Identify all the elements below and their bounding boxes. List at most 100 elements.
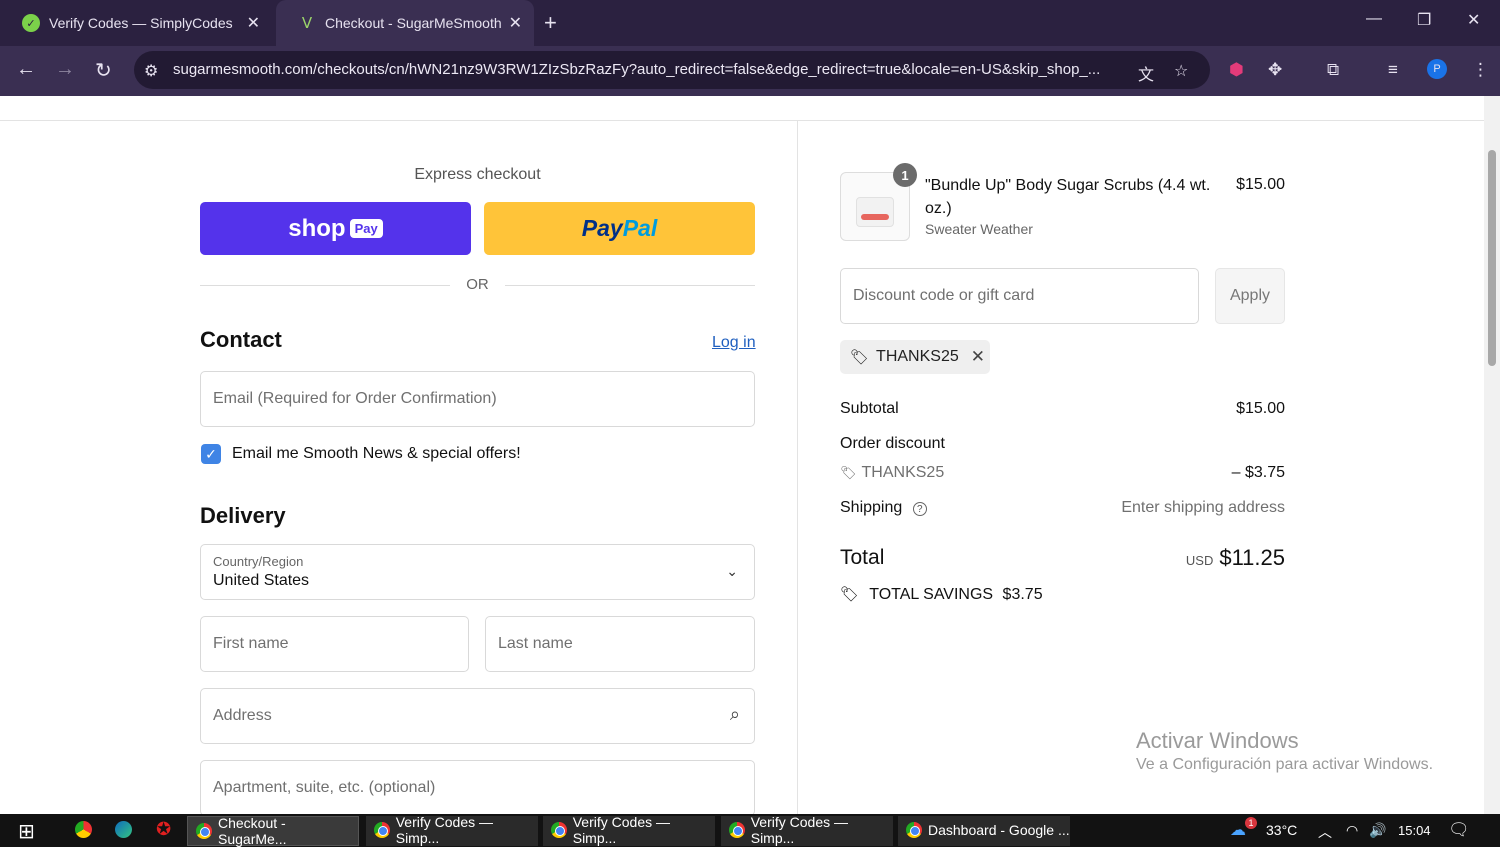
first-name-placeholder: First name: [213, 635, 289, 652]
tab-search-icon[interactable]: ⧉: [1327, 60, 1339, 80]
extensions-puzzle-icon[interactable]: ✥: [1268, 60, 1282, 80]
shipping-value: Enter shipping address: [1121, 499, 1285, 516]
edge-pinned-icon[interactable]: [115, 821, 132, 838]
email-field[interactable]: Email (Required for Order Confirmation): [200, 371, 755, 427]
reading-list-icon[interactable]: ≡: [1388, 60, 1398, 80]
close-tab-icon[interactable]: ✕: [247, 13, 260, 33]
weather-icon[interactable]: ☁: [1230, 820, 1246, 840]
tab-verify-codes[interactable]: ✓ Verify Codes — SimplyCodes ✕: [0, 0, 272, 46]
bookmark-star-icon[interactable]: ☆: [1174, 61, 1188, 81]
chrome-pinned-icon[interactable]: [75, 821, 92, 838]
apply-discount-button[interactable]: Apply: [1215, 268, 1285, 324]
reload-icon[interactable]: ↻: [95, 58, 112, 83]
email-placeholder: Email (Required for Order Confirmation): [213, 390, 497, 407]
product-jar-image: [856, 197, 894, 227]
taskbar-app-verify-1[interactable]: Verify Codes — Simp...: [366, 814, 538, 846]
search-icon: ⌕: [729, 704, 740, 724]
product-price: $15.00: [1236, 176, 1285, 193]
newsletter-label: Email me Smooth News & special offers!: [232, 445, 521, 462]
tray-chevron-up-icon[interactable]: ︿: [1318, 822, 1332, 842]
savings-value: $3.75: [1002, 586, 1043, 603]
close-tab-icon[interactable]: ✕: [509, 13, 522, 33]
back-icon[interactable]: ←: [16, 58, 36, 81]
address-bar[interactable]: ⚙ sugarmesmooth.com/checkouts/cn/hWN21nz…: [134, 51, 1210, 89]
browser-toolbar: ← → ↻ ⚙ sugarmesmooth.com/checkouts/cn/h…: [0, 46, 1500, 96]
checkout-page: Express checkout shop Pay Pay Pal OR Cont…: [0, 96, 1484, 814]
weather-alert-badge: 1: [1245, 817, 1257, 829]
taskbar-app-dashboard[interactable]: Dashboard - Google ...: [898, 816, 1070, 846]
ublock-extension-icon[interactable]: ⬢: [1229, 60, 1244, 80]
shop-pay-badge: Pay: [349, 219, 383, 238]
or-divider-left: [200, 285, 450, 286]
total-savings: 🏷 TOTAL SAVINGS $3.75: [840, 585, 1043, 604]
windows-activation-subtitle: Ve a Configuración para activar Windows.: [1136, 756, 1434, 773]
chrome-icon: [906, 822, 922, 838]
taskbar-app-verify-3[interactable]: Verify Codes — Simp...: [721, 814, 893, 846]
chrome-icon: [729, 822, 745, 838]
paypal-button[interactable]: Pay Pal: [484, 202, 755, 255]
applied-code: THANKS25: [876, 348, 959, 365]
url-text[interactable]: sugarmesmooth.com/checkouts/cn/hWN21nz9W…: [173, 61, 1133, 78]
tab-title: Verify Codes — SimplyCodes: [49, 15, 233, 31]
sugarmesmooth-favicon-icon: ⴸ: [301, 15, 313, 32]
contact-heading: Contact: [200, 327, 282, 352]
discount-placeholder: Discount code or gift card: [853, 287, 1035, 304]
start-grid-icon[interactable]: ⊞: [18, 819, 35, 844]
restore-icon[interactable]: ❐: [1417, 10, 1431, 30]
column-divider: [797, 121, 798, 814]
temperature-text[interactable]: 33°C: [1266, 822, 1297, 838]
paypal-text-1: Pay: [581, 215, 623, 241]
shop-pay-button[interactable]: shop Pay: [200, 202, 471, 255]
scrollbar-thumb[interactable]: [1488, 150, 1496, 366]
taskbar-app-checkout[interactable]: Checkout - SugarMe...: [187, 815, 359, 847]
order-discount-label: Order discount: [840, 435, 945, 452]
close-window-icon[interactable]: ✕: [1467, 10, 1480, 30]
discount-code-input[interactable]: Discount code or gift card: [840, 268, 1199, 324]
windows-taskbar: ⊞ ✪ Checkout - SugarMe... Verify Codes —…: [0, 814, 1500, 847]
address-field[interactable]: Address ⌕: [200, 688, 755, 744]
or-label: OR: [466, 276, 489, 293]
total-currency: USD: [1185, 553, 1214, 568]
help-question-icon[interactable]: ?: [912, 502, 927, 516]
app-pinned-icon[interactable]: ✪: [156, 819, 171, 840]
apartment-field[interactable]: Apartment, suite, etc. (optional): [200, 760, 755, 814]
page-scrollbar[interactable]: [1484, 96, 1500, 814]
menu-kebab-icon[interactable]: ⋮: [1472, 60, 1489, 80]
windows-activation-title: Activar Windows: [1136, 728, 1299, 753]
taskbar-app-title: Checkout - SugarMe...: [218, 815, 287, 847]
newsletter-checkbox[interactable]: ✓: [201, 444, 221, 464]
remove-discount-icon[interactable]: ✕: [971, 347, 985, 367]
wifi-icon[interactable]: ◠: [1346, 822, 1358, 839]
address-placeholder: Address: [213, 707, 272, 724]
taskbar-app-verify-2[interactable]: Verify Codes — Simp...: [543, 814, 715, 846]
chrome-icon: [196, 823, 212, 839]
shop-pay-text: shop: [288, 214, 346, 242]
quantity-badge: 1: [893, 163, 917, 187]
country-label: Country/Region: [213, 554, 304, 569]
login-link[interactable]: Log in: [712, 334, 756, 352]
clock-time[interactable]: 15:04: [1398, 823, 1431, 838]
last-name-field[interactable]: Last name: [485, 616, 755, 672]
subtotal-label: Subtotal: [840, 400, 899, 417]
discount-code-row: 🏷 THANKS25: [840, 464, 944, 482]
new-tab-icon[interactable]: +: [544, 10, 557, 36]
total-amount: USD $11.25: [1085, 545, 1285, 571]
minimize-icon[interactable]: —: [1366, 10, 1382, 28]
chrome-icon: [374, 822, 390, 838]
first-name-field[interactable]: First name: [200, 616, 469, 672]
tag-icon: 🏷: [840, 465, 857, 480]
chevron-down-icon: ⌄: [726, 563, 738, 579]
notifications-icon[interactable]: 🗨: [1448, 820, 1470, 840]
site-info-icon[interactable]: ⚙: [144, 61, 158, 81]
profile-avatar[interactable]: P: [1427, 59, 1447, 79]
tab-checkout[interactable]: ⴸ Checkout - SugarMeSmooth ✕: [276, 0, 534, 46]
chrome-icon: [551, 822, 567, 838]
product-name: "Bundle Up" Body Sugar Scrubs (4.4 wt. o…: [925, 177, 1211, 217]
country-select[interactable]: Country/Region United States ⌄: [200, 544, 755, 600]
taskbar-app-title: Verify Codes — Simp...: [395, 814, 493, 846]
forward-icon[interactable]: →: [55, 58, 75, 81]
last-name-placeholder: Last name: [498, 635, 573, 652]
translate-icon[interactable]: 文: [1138, 61, 1154, 85]
volume-icon[interactable]: 🔊: [1369, 822, 1386, 839]
page-header-strip: [0, 96, 1484, 121]
